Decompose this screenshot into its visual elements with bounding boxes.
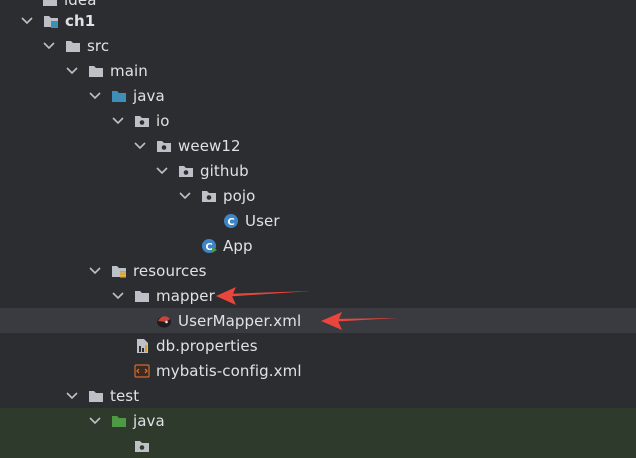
svg-text:C: C	[205, 242, 212, 253]
folder-icon	[134, 288, 150, 304]
tree-item-resources[interactable]: resources	[0, 258, 636, 283]
tree-item-src[interactable]: src	[0, 33, 636, 58]
tree-item-label: github	[200, 161, 249, 180]
tree-item-mapper[interactable]: mapper	[0, 283, 636, 308]
tree-item-mybatis-config-xml[interactable]: mybatis-config.xml	[0, 358, 636, 383]
xml-file-icon	[134, 363, 150, 379]
tree-item-label: main	[110, 61, 148, 80]
tree-item-test[interactable]: test	[0, 383, 636, 408]
tree-item-label: mapper	[156, 286, 215, 305]
chevron-down-icon[interactable]	[42, 39, 56, 53]
resources-folder-icon	[111, 263, 127, 279]
tree-item-weew12[interactable]: weew12	[0, 133, 636, 158]
project-tree: idea ch1 src main	[0, 0, 636, 458]
chevron-down-icon[interactable]	[88, 414, 102, 428]
tree-item-pojo[interactable]: pojo	[0, 183, 636, 208]
tree-item-io[interactable]: io	[0, 108, 636, 133]
tree-item-package[interactable]	[0, 433, 636, 458]
folder-icon	[88, 63, 104, 79]
folder-icon	[88, 388, 104, 404]
tree-item-label: test	[110, 386, 140, 405]
tree-item-label: mybatis-config.xml	[156, 361, 302, 380]
chevron-down-icon[interactable]	[88, 264, 102, 278]
chevron-down-icon[interactable]	[155, 164, 169, 178]
tree-item-label: db.properties	[156, 336, 258, 355]
tree-item-main[interactable]: main	[0, 58, 636, 83]
chevron-down-icon[interactable]	[20, 14, 34, 28]
folder-icon	[42, 0, 58, 8]
tree-item-label: java	[133, 86, 165, 105]
chevron-down-icon[interactable]	[178, 189, 192, 203]
java-class-icon: C	[223, 213, 239, 229]
chevron-down-icon[interactable]	[88, 89, 102, 103]
tree-item-app[interactable]: C App	[0, 233, 636, 258]
chevron-down-icon[interactable]	[133, 139, 147, 153]
chevron-down-icon[interactable]	[111, 114, 125, 128]
tree-item-label: src	[87, 36, 110, 55]
package-icon	[156, 138, 172, 154]
tree-item-user[interactable]: C User	[0, 208, 636, 233]
source-folder-icon	[111, 88, 127, 104]
tree-item-label: io	[156, 111, 170, 130]
tree-item-label: pojo	[223, 186, 256, 205]
chevron-down-icon[interactable]	[111, 289, 125, 303]
tree-item-label: User	[245, 211, 280, 230]
tree-item-label: ch1	[65, 11, 96, 30]
tree-item-test-java[interactable]: java	[0, 408, 636, 433]
tree-item-label: resources	[133, 261, 207, 280]
tree-item-label: java	[133, 411, 165, 430]
properties-file-icon	[134, 338, 150, 354]
tree-item-usermapper-xml[interactable]: UserMapper.xml	[0, 308, 636, 333]
test-source-folder-icon	[111, 413, 127, 429]
svg-text:C: C	[227, 217, 234, 228]
tree-item-label: weew12	[178, 136, 241, 155]
java-main-class-icon: C	[201, 238, 217, 254]
mybatis-xml-icon	[156, 313, 172, 329]
tree-item-label: App	[223, 236, 253, 255]
tree-item-java[interactable]: java	[0, 83, 636, 108]
tree-item-github[interactable]: github	[0, 158, 636, 183]
module-icon	[43, 13, 59, 29]
chevron-down-icon[interactable]	[65, 389, 79, 403]
package-icon	[178, 163, 194, 179]
tree-item-label: UserMapper.xml	[178, 311, 302, 330]
chevron-down-icon[interactable]	[65, 64, 79, 78]
folder-icon	[65, 38, 81, 54]
tree-item-ch1[interactable]: ch1	[0, 8, 636, 33]
package-icon	[201, 188, 217, 204]
tree-item-db-properties[interactable]: db.properties	[0, 333, 636, 358]
package-icon	[134, 113, 150, 129]
